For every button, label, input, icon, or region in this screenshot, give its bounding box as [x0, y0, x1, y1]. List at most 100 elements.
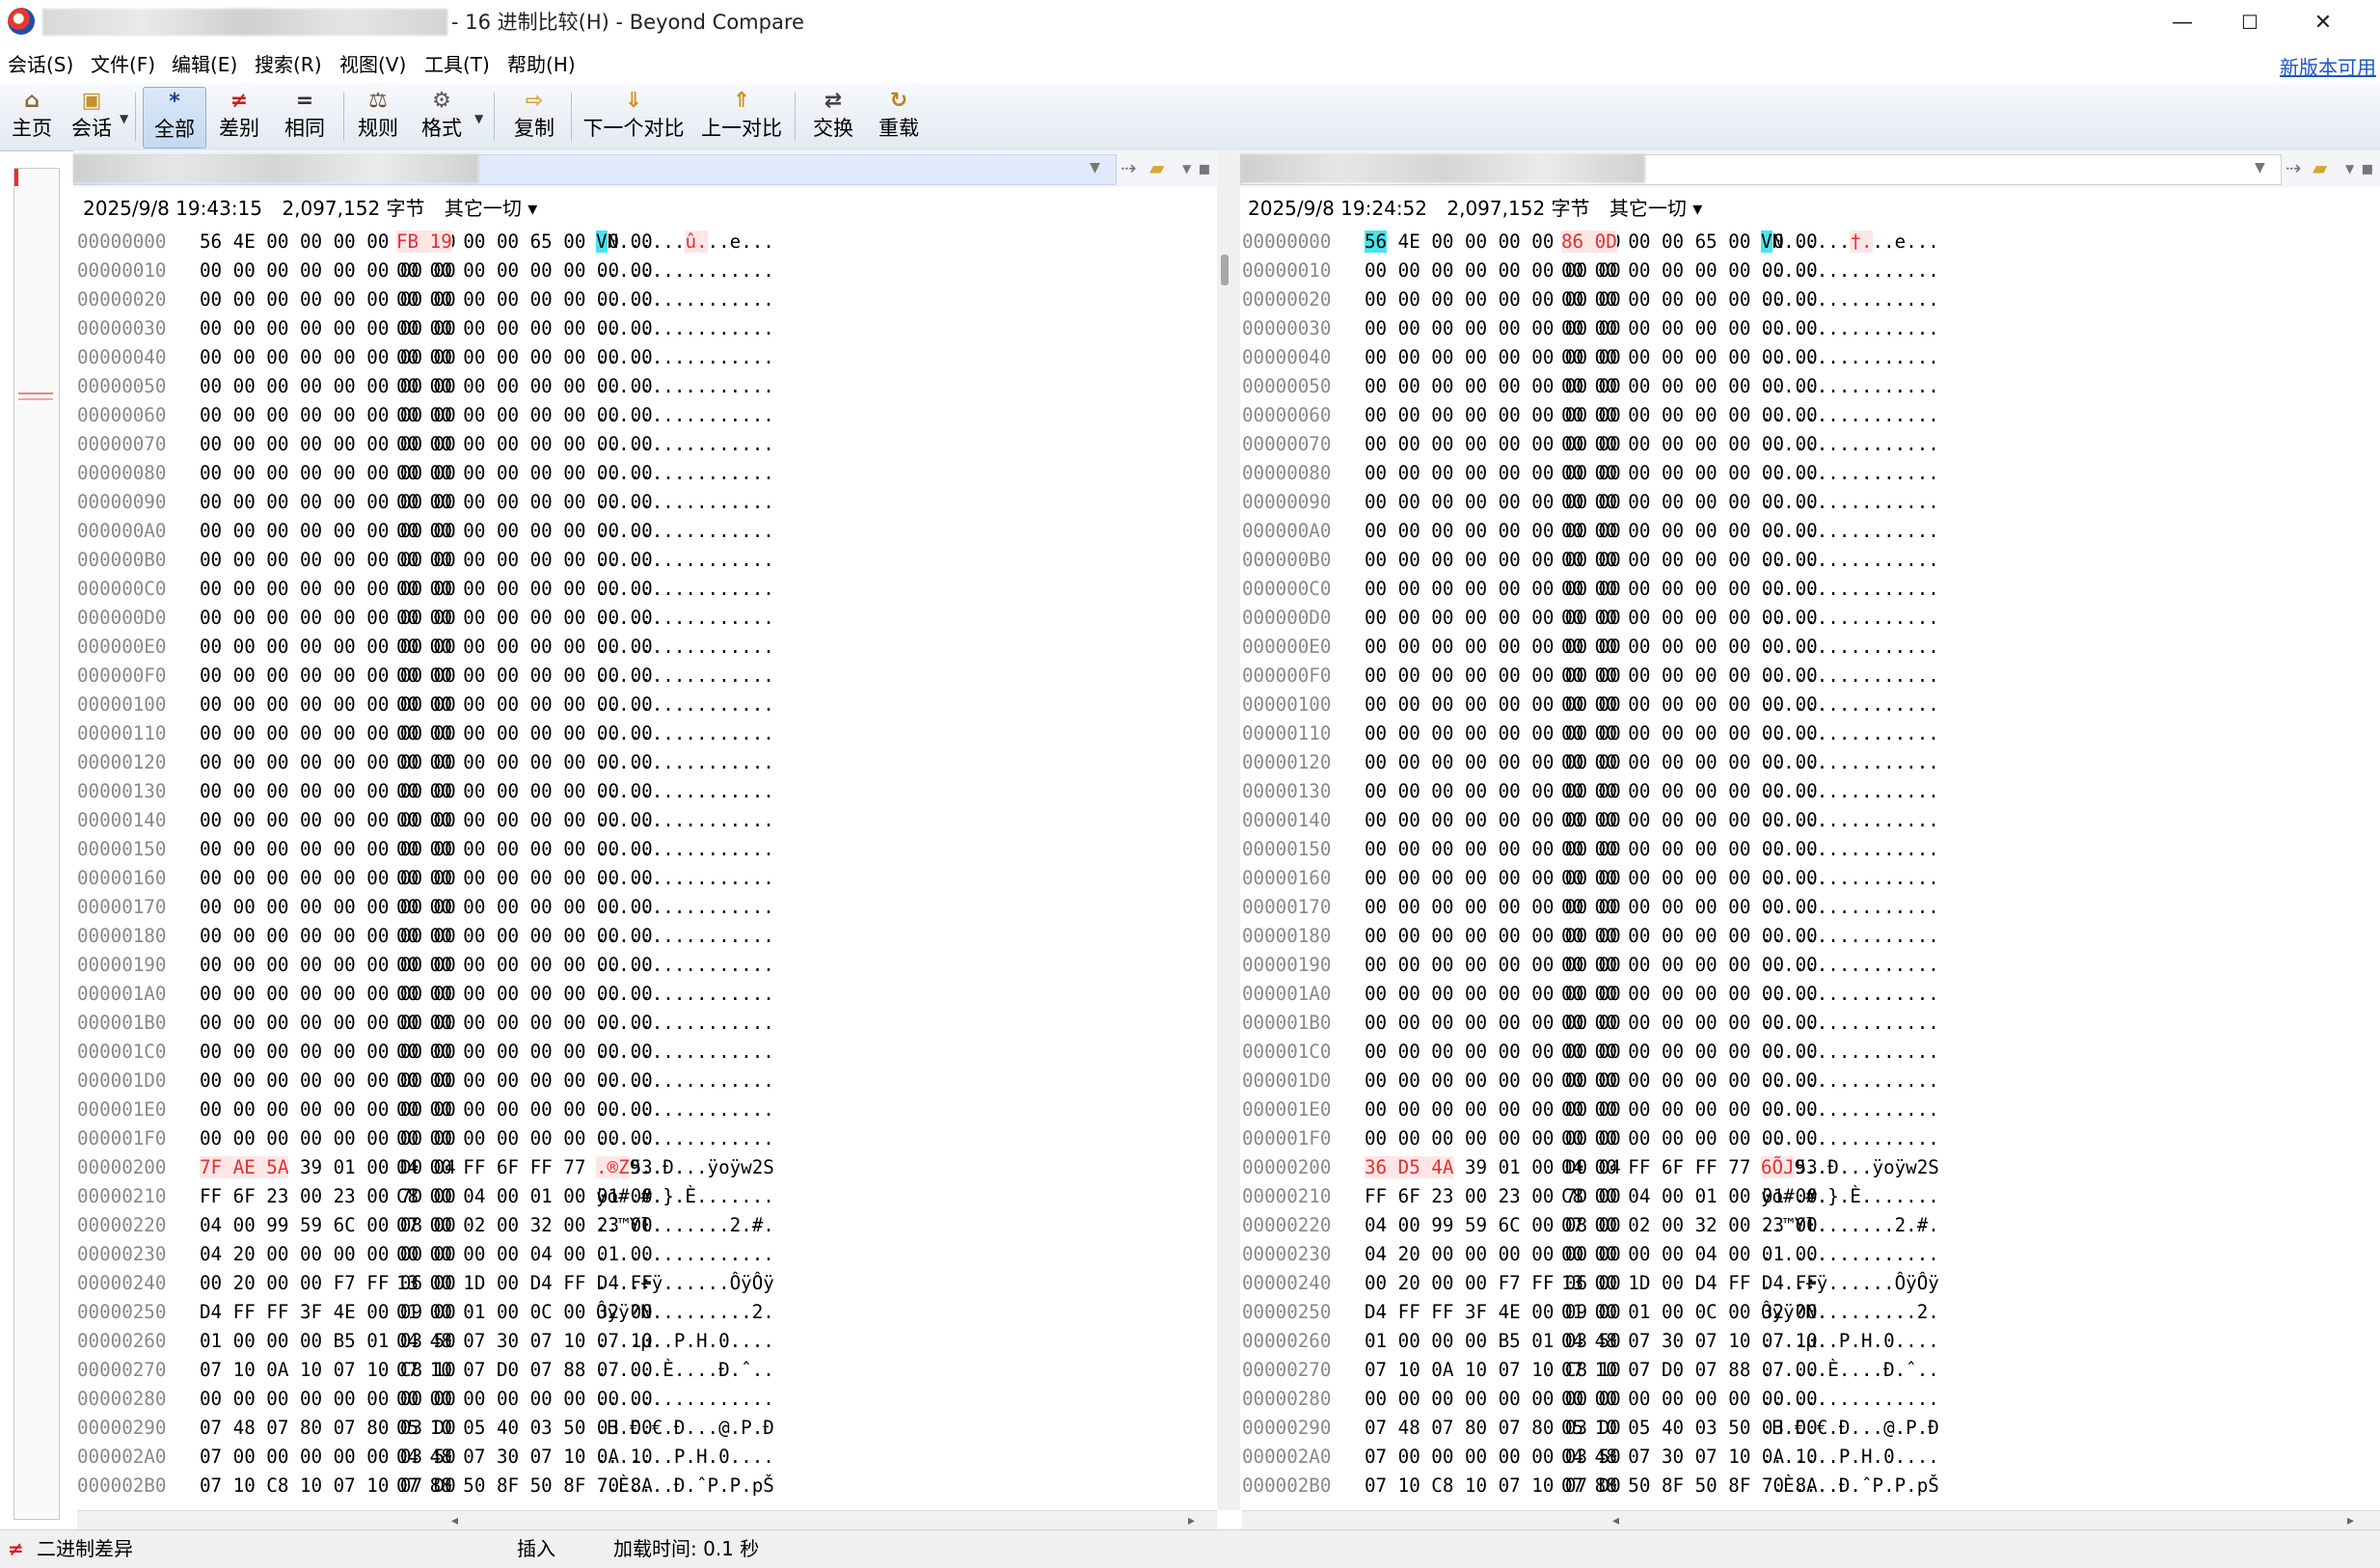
hex-row[interactable]: 000001C0 00 00 00 00 00 00 00 00 00 00 00 …	[1242, 1038, 2378, 1067]
hex-row[interactable]: 00000240 00 20 00 00 F7 FF 06 00 13 00 1D …	[1242, 1269, 2378, 1298]
left-hex-pane[interactable]: 00000000 56 4E 00 00 00 00 10 00 FB 19 00 …	[77, 228, 1217, 1510]
session-button[interactable]: ▣ 会话	[66, 87, 118, 147]
hex-row[interactable]: 00000080 00 00 00 00 00 00 00 00 00 00 00 …	[1242, 459, 2378, 488]
hex-row[interactable]: 000001A0 00 00 00 00 00 00 00 00 00 00 00 …	[77, 980, 1217, 1009]
next-diff-button[interactable]: ⇓ 下一个对比	[582, 87, 685, 147]
hex-row[interactable]: 000000C0 00 00 00 00 00 00 00 00 00 00 00 …	[1242, 575, 2378, 604]
pane-divider[interactable]	[1217, 150, 1240, 1510]
minimize-button[interactable]: —	[2149, 0, 2216, 44]
hex-row[interactable]: 00000170 00 00 00 00 00 00 00 00 00 00 00 …	[77, 893, 1217, 922]
prev-diff-button[interactable]: ⇑ 上一对比	[700, 87, 783, 147]
hex-row[interactable]: 000002B0 07 10 C8 10 07 10 07 D0 07 88 50 …	[1242, 1472, 2378, 1500]
hex-row[interactable]: 00000130 00 00 00 00 00 00 00 00 00 00 00 …	[1242, 777, 2378, 806]
chevron-down-icon[interactable]: ▼	[1090, 160, 1100, 176]
hex-row[interactable]: 00000290 07 48 07 80 07 80 03 D0 05 10 05 …	[1242, 1414, 2378, 1443]
folder-dropdown-icon[interactable]: ▼	[1182, 162, 1191, 176]
hex-row[interactable]: 00000030 00 00 00 00 00 00 00 00 00 00 00 …	[1242, 314, 2378, 343]
hex-row[interactable]: 00000290 07 48 07 80 07 80 03 D0 05 10 05 …	[77, 1414, 1217, 1443]
new-version-link[interactable]: 新版本可用	[2280, 52, 2376, 80]
show-diffs-button[interactable]: ≠ 差别	[214, 87, 264, 147]
hex-row[interactable]: 000001A0 00 00 00 00 00 00 00 00 00 00 00 …	[1242, 980, 2378, 1009]
hex-row[interactable]: 00000070 00 00 00 00 00 00 00 00 00 00 00 …	[77, 430, 1217, 459]
hex-row[interactable]: 000000E0 00 00 00 00 00 00 00 00 00 00 00 …	[1242, 633, 2378, 662]
hex-row[interactable]: 00000070 00 00 00 00 00 00 00 00 00 00 00 …	[1242, 430, 2378, 459]
hex-row[interactable]: 00000180 00 00 00 00 00 00 00 00 00 00 00 …	[77, 922, 1217, 951]
hex-row[interactable]: 000001C0 00 00 00 00 00 00 00 00 00 00 00 …	[77, 1038, 1217, 1067]
hex-row[interactable]: 00000210 FF 6F 23 00 23 00 7D 00 C8 00 04 …	[77, 1182, 1217, 1211]
hex-row[interactable]: 00000140 00 00 00 00 00 00 00 00 00 00 00 …	[1242, 806, 2378, 835]
hex-row[interactable]: 00000040 00 00 00 00 00 00 00 00 00 00 00 …	[1242, 343, 2378, 372]
folder-dropdown-icon[interactable]: ▼	[2345, 162, 2354, 176]
hex-row[interactable]: 000002A0 07 00 00 00 00 00 03 50 04 48 07 …	[77, 1443, 1217, 1472]
hex-row[interactable]: 000000A0 00 00 00 00 00 00 00 00 00 00 00 …	[77, 517, 1217, 546]
hex-row[interactable]: 000000C0 00 00 00 00 00 00 00 00 00 00 00 …	[77, 575, 1217, 604]
history-icon[interactable]: ⇢	[1121, 156, 1137, 179]
hex-row[interactable]: 00000120 00 00 00 00 00 00 00 00 00 00 00 …	[77, 748, 1217, 777]
hex-row[interactable]: 00000190 00 00 00 00 00 00 00 00 00 00 00 …	[77, 951, 1217, 980]
maximize-button[interactable]: ☐	[2216, 0, 2284, 44]
right-hex-pane[interactable]: 00000000 56 4E 00 00 00 00 10 00 86 0D 00 …	[1242, 228, 2378, 1510]
hex-row[interactable]: 00000010 00 00 00 00 00 00 00 00 00 00 00 …	[1242, 257, 2378, 285]
hex-row[interactable]: 00000200 36 D5 4A 39 01 00 D0 04 04 00 FF …	[1242, 1153, 2378, 1182]
hex-row[interactable]: 000001B0 00 00 00 00 00 00 00 00 00 00 00 …	[1242, 1009, 2378, 1038]
hex-row[interactable]: 00000190 00 00 00 00 00 00 00 00 00 00 00 …	[1242, 951, 2378, 980]
hex-row[interactable]: 00000140 00 00 00 00 00 00 00 00 00 00 00 …	[77, 806, 1217, 835]
hex-row[interactable]: 00000060 00 00 00 00 00 00 00 00 00 00 00 …	[77, 401, 1217, 430]
hex-row[interactable]: 00000100 00 00 00 00 00 00 00 00 00 00 00 …	[1242, 690, 2378, 719]
hex-row[interactable]: 000001E0 00 00 00 00 00 00 00 00 00 00 00 …	[77, 1095, 1217, 1124]
hex-row[interactable]: 000001D0 00 00 00 00 00 00 00 00 00 00 00 …	[77, 1067, 1217, 1095]
hex-row[interactable]: 00000250 D4 FF FF 3F 4E 00 09 00 01 00 01 …	[77, 1298, 1217, 1327]
format-button[interactable]: ⚙ 格式	[417, 87, 467, 147]
hex-row[interactable]: 00000110 00 00 00 00 00 00 00 00 00 00 00 …	[77, 719, 1217, 748]
hex-row[interactable]: 000001F0 00 00 00 00 00 00 00 00 00 00 00 …	[77, 1124, 1217, 1153]
hex-row[interactable]: 00000030 00 00 00 00 00 00 00 00 00 00 00 …	[77, 314, 1217, 343]
menu-help[interactable]: 帮助(H)	[507, 52, 576, 77]
hex-row[interactable]: 00000160 00 00 00 00 00 00 00 00 00 00 00 …	[77, 864, 1217, 893]
hex-row[interactable]: 00000230 04 20 00 00 00 00 00 00 00 00 00 …	[1242, 1240, 2378, 1269]
hex-row[interactable]: 00000240 00 20 00 00 F7 FF 06 00 13 00 1D …	[77, 1269, 1217, 1298]
hex-row[interactable]: 000001D0 00 00 00 00 00 00 00 00 00 00 00 …	[1242, 1067, 2378, 1095]
scroll-right-icon[interactable]: ▸	[1188, 1511, 1195, 1530]
menu-file[interactable]: 文件(F)	[91, 52, 155, 77]
hex-row[interactable]: 00000000 56 4E 00 00 00 00 10 00 86 0D 00 …	[1242, 228, 2378, 257]
menu-view[interactable]: 视图(V)	[339, 52, 406, 77]
hex-row[interactable]: 00000120 00 00 00 00 00 00 00 00 00 00 00 …	[1242, 748, 2378, 777]
hex-row[interactable]: 000001B0 00 00 00 00 00 00 00 00 00 00 00 …	[77, 1009, 1217, 1038]
hex-row[interactable]: 00000040 00 00 00 00 00 00 00 00 00 00 00 …	[77, 343, 1217, 372]
show-same-button[interactable]: = 相同	[280, 87, 330, 147]
hex-row[interactable]: 00000050 00 00 00 00 00 00 00 00 00 00 00 …	[1242, 372, 2378, 401]
hex-row[interactable]: 00000100 00 00 00 00 00 00 00 00 00 00 00 …	[77, 690, 1217, 719]
hex-row[interactable]: 000000F0 00 00 00 00 00 00 00 00 00 00 00 …	[1242, 662, 2378, 690]
open-folder-icon[interactable]: ▰	[1149, 156, 1164, 179]
scroll-left-icon[interactable]: ◂	[1612, 1511, 1619, 1530]
show-all-button[interactable]: * 全部	[143, 87, 206, 149]
hex-row[interactable]: 00000060 00 00 00 00 00 00 00 00 00 00 00 …	[1242, 401, 2378, 430]
hex-row[interactable]: 00000170 00 00 00 00 00 00 00 00 00 00 00 …	[1242, 893, 2378, 922]
hex-row[interactable]: 00000230 04 20 00 00 00 00 00 00 00 00 00 …	[77, 1240, 1217, 1269]
hex-row[interactable]: 00000080 00 00 00 00 00 00 00 00 00 00 00 …	[77, 459, 1217, 488]
hex-row[interactable]: 00000020 00 00 00 00 00 00 00 00 00 00 00 …	[77, 285, 1217, 314]
hex-row[interactable]: 00000020 00 00 00 00 00 00 00 00 00 00 00 …	[1242, 285, 2378, 314]
chevron-down-icon[interactable]: ▼	[2255, 160, 2265, 176]
hex-row[interactable]: 00000280 00 00 00 00 00 00 00 00 00 00 00 …	[77, 1385, 1217, 1414]
menu-edit[interactable]: 编辑(E)	[172, 52, 237, 77]
hex-row[interactable]: 00000180 00 00 00 00 00 00 00 00 00 00 00 …	[1242, 922, 2378, 951]
open-folder-icon[interactable]: ▰	[2312, 156, 2327, 179]
hex-row[interactable]: 000001E0 00 00 00 00 00 00 00 00 00 00 00 …	[1242, 1095, 2378, 1124]
history-icon[interactable]: ⇢	[2285, 156, 2302, 179]
hex-row[interactable]: 00000110 00 00 00 00 00 00 00 00 00 00 00 …	[1242, 719, 2378, 748]
save-icon[interactable]: ▪	[1198, 156, 1211, 179]
hex-row[interactable]: 00000210 FF 6F 23 00 23 00 7D 00 C8 00 04 …	[1242, 1182, 2378, 1211]
menu-session[interactable]: 会话(S)	[8, 52, 73, 77]
swap-button[interactable]: ⇄ 交换	[808, 87, 858, 147]
scroll-right-icon[interactable]: ▸	[2347, 1511, 2354, 1530]
hex-row[interactable]: 000001F0 00 00 00 00 00 00 00 00 00 00 00 …	[1242, 1124, 2378, 1153]
hex-row[interactable]: 00000200 7F AE 5A 39 01 00 D0 04 04 00 FF …	[77, 1153, 1217, 1182]
hex-row[interactable]: 00000090 00 00 00 00 00 00 00 00 00 00 00 …	[77, 488, 1217, 517]
rules-button[interactable]: ⚖ 规则	[353, 87, 403, 147]
hex-row[interactable]: 000000E0 00 00 00 00 00 00 00 00 00 00 00 …	[77, 633, 1217, 662]
hex-row[interactable]: 00000220 04 00 99 59 6C 00 08 00 07 00 02 …	[77, 1211, 1217, 1240]
hex-row[interactable]: 00000270 07 10 0A 10 07 10 C8 10 07 10 07 …	[77, 1356, 1217, 1385]
copy-button[interactable]: ⇨ 复制	[509, 87, 559, 147]
hex-row[interactable]: 000000A0 00 00 00 00 00 00 00 00 00 00 00 …	[1242, 517, 2378, 546]
